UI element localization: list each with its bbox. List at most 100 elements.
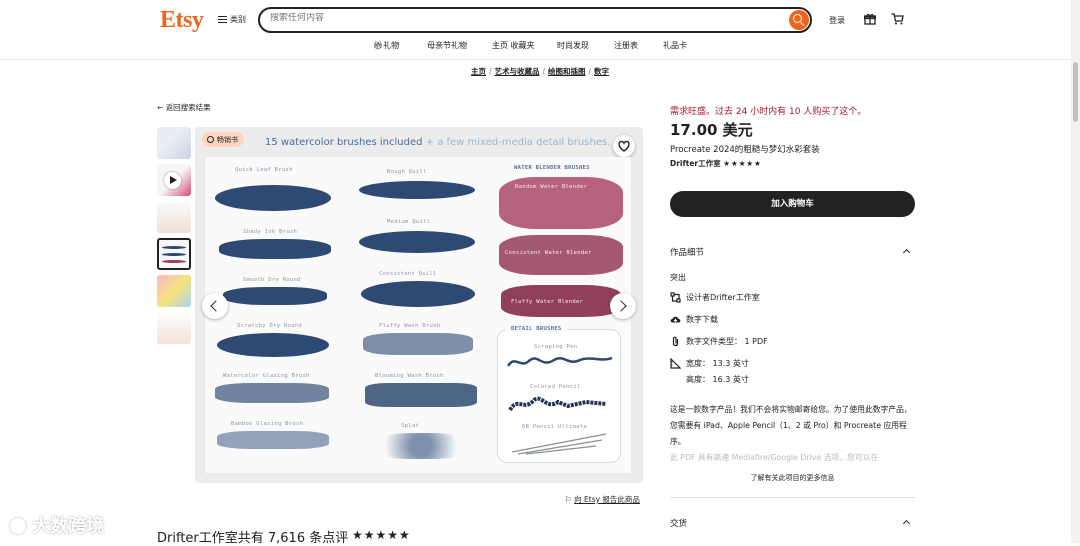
etsy-logo[interactable]: Etsy bbox=[160, 7, 204, 34]
badge-label: 畅销书 bbox=[217, 135, 238, 144]
thumbnail-list bbox=[157, 127, 192, 349]
nav-registry[interactable]: 注册表 bbox=[614, 40, 638, 51]
cloud-download-icon bbox=[670, 316, 681, 323]
brush-label: Colored Pencil bbox=[530, 384, 581, 390]
demand-notice: 需求旺盛。过去 24 小时内有 10 人购买了这个。 bbox=[670, 107, 867, 117]
brush-stroke bbox=[511, 433, 607, 455]
brush-stroke bbox=[215, 383, 329, 403]
login-link[interactable]: 登录 bbox=[829, 15, 845, 26]
delivery-header: 交货 bbox=[670, 519, 688, 529]
headline-sub: + a few mixed-media detail brushes. bbox=[422, 137, 611, 148]
favorite-button[interactable] bbox=[613, 135, 635, 157]
nav-gifts[interactable]: 🎁︎礼物 bbox=[373, 40, 399, 51]
brush-label: Scratchy Dry Round bbox=[237, 323, 303, 329]
brush-stroke bbox=[217, 431, 329, 449]
chevron-up-icon bbox=[902, 519, 911, 528]
watermark-logo-icon bbox=[10, 518, 26, 534]
highlights-label: 突出 bbox=[670, 273, 686, 282]
learn-more-link[interactable]: 了解有关此项目的更多信息 bbox=[670, 473, 915, 483]
nav-gift-cards[interactable]: 礼品卡 bbox=[663, 40, 687, 51]
brush-stroke bbox=[215, 185, 331, 211]
gift-icon[interactable] bbox=[864, 13, 876, 25]
watermark-text: 大数跨境 bbox=[32, 516, 105, 537]
price: 17.00 美元 bbox=[670, 121, 753, 139]
thumbnail-selected[interactable] bbox=[157, 238, 191, 270]
breadcrumb-digital[interactable]: 数字 bbox=[594, 67, 609, 76]
thumbnail[interactable] bbox=[157, 127, 191, 159]
brush-stroke bbox=[217, 333, 329, 357]
back-to-results[interactable]: ← 返回搜索结果 bbox=[157, 102, 211, 113]
description-fade: 此 PDF 具有高速 Mediafire/Google Drive 选项，您可以… bbox=[670, 453, 879, 462]
description-text: 这是一款数字产品！我们不会将实物邮寄给您。为了使用此数字产品，您需要有 iPad… bbox=[670, 405, 912, 446]
product-image[interactable]: 畅销书 15 watercolor brushes included + a f… bbox=[195, 127, 643, 483]
heart-icon bbox=[618, 140, 630, 152]
thumbnail[interactable] bbox=[157, 201, 191, 233]
brush-stroke bbox=[506, 356, 613, 367]
nav-mothers-day[interactable]: 母亲节礼物 bbox=[427, 40, 467, 51]
nav-home-favorites[interactable]: 主页 收藏夹 bbox=[492, 40, 535, 51]
details-accordion[interactable]: 作品细节 bbox=[670, 246, 915, 258]
brush-label: Consistent Quill bbox=[379, 271, 437, 277]
nav-fashion[interactable]: 时尚发现 bbox=[557, 40, 589, 51]
delivery-accordion[interactable]: 交货 bbox=[670, 517, 915, 529]
back-label: 返回搜索结果 bbox=[165, 103, 211, 112]
breadcrumb-drawing[interactable]: 绘图和插图 bbox=[548, 67, 586, 76]
next-image-button[interactable] bbox=[610, 293, 636, 319]
brush-stroke bbox=[223, 287, 327, 305]
height-text: 高度： 16.3 英寸 bbox=[686, 375, 749, 384]
shop-name[interactable]: Drifter工作室 ★★★★★ bbox=[670, 158, 762, 169]
digital-text: 数字下载 bbox=[686, 315, 718, 324]
brush-label: Smooth Dry Round bbox=[243, 277, 301, 283]
breadcrumb: 主页 / 艺术与收藏品 / 绘图和插图 / 数字 bbox=[0, 66, 1080, 77]
prev-image-button[interactable] bbox=[202, 293, 228, 319]
breadcrumb-separator: / bbox=[488, 67, 492, 76]
brush-label: Bamboo Glazing Brush bbox=[231, 421, 304, 427]
section-divider bbox=[670, 497, 915, 498]
brush-label: Rough Quill bbox=[387, 169, 427, 175]
brush-label: Medium Quill bbox=[387, 219, 431, 225]
brush-section-title: WATER BLENDER BRUSHES bbox=[514, 165, 590, 171]
watermark: 大数跨境 bbox=[10, 512, 104, 538]
report-label: 向 Etsy 报告此商品 bbox=[574, 495, 640, 504]
report-link[interactable]: ⚐ 向 Etsy 报告此商品 bbox=[565, 494, 640, 505]
site-header: Etsy 类别 登录 🎁︎礼物 母亲节礼物 主页 收藏夹 时尚发现 注册表 礼品… bbox=[0, 0, 1080, 60]
brush-stroke bbox=[365, 383, 477, 407]
cart-icon[interactable] bbox=[891, 13, 904, 25]
designer-row: 设计者Drifter工作室 bbox=[670, 292, 760, 303]
video-thumbnail[interactable] bbox=[157, 164, 191, 196]
brush-stroke bbox=[361, 281, 475, 307]
brush-label: Consistent Water Blender bbox=[505, 250, 592, 256]
brush-stroke bbox=[371, 433, 471, 459]
height-row: 高度： 16.3 英寸 bbox=[686, 374, 749, 385]
search-button[interactable] bbox=[789, 10, 809, 30]
breadcrumb-separator: / bbox=[542, 67, 546, 76]
thumbnail[interactable] bbox=[157, 312, 191, 344]
thumbnail[interactable] bbox=[157, 275, 191, 307]
image-headline: 15 watercolor brushes included + a few m… bbox=[265, 137, 610, 148]
width-row: 宽度： 13.3 英寸 bbox=[670, 358, 749, 369]
scrollbar[interactable] bbox=[1071, 0, 1080, 543]
brush-stroke bbox=[508, 396, 607, 412]
paperclip-icon bbox=[672, 336, 679, 347]
breadcrumb-art[interactable]: 艺术与收藏品 bbox=[494, 67, 539, 76]
bestseller-badge: 畅销书 bbox=[202, 132, 244, 147]
details-header: 作品细节 bbox=[670, 248, 705, 258]
brush-label: Random Water Blender bbox=[515, 184, 588, 190]
brush-label: Scraping Pen bbox=[534, 344, 578, 350]
designer-icon bbox=[670, 292, 681, 303]
chevron-up-icon bbox=[902, 248, 911, 257]
menu-icon bbox=[218, 16, 227, 23]
scrollbar-thumb[interactable] bbox=[1073, 62, 1078, 122]
brush-label: Quick Leaf Brush bbox=[235, 167, 293, 173]
brush-label: Blooming Wash Brush bbox=[375, 373, 444, 379]
digital-row: 数字下载 bbox=[670, 314, 718, 325]
breadcrumb-home[interactable]: 主页 bbox=[471, 67, 486, 76]
search-input[interactable] bbox=[270, 13, 770, 23]
arrow-left-icon: ← bbox=[157, 103, 164, 112]
ruler-icon bbox=[670, 358, 681, 369]
brush-label: Splat bbox=[401, 423, 420, 429]
add-to-cart-button[interactable]: 加入购物车 bbox=[670, 191, 915, 217]
brush-label: Shady Ink Brush bbox=[243, 229, 298, 235]
categories-button[interactable]: 类别 bbox=[218, 14, 246, 25]
brush-stroke bbox=[359, 181, 475, 199]
